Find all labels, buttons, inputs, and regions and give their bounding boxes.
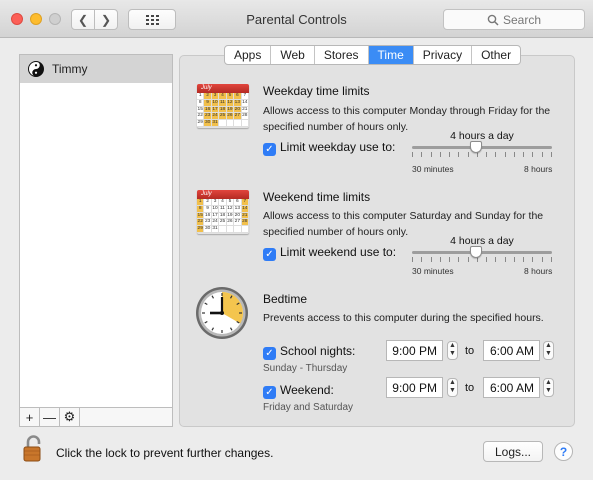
- weekend-limit-value: 4 hours a day: [450, 235, 514, 247]
- bedtime-title: Bedtime: [263, 292, 308, 306]
- weekday-slider-ticks: [412, 152, 552, 157]
- school-nights-checkbox[interactable]: ✓ School nights:: [263, 344, 355, 360]
- school-nights-to-time[interactable]: 6:00 AM: [483, 340, 540, 361]
- weekday-limit-value: 4 hours a day: [450, 130, 514, 142]
- weekday-slider-max: 8 hours: [524, 164, 553, 174]
- search-placeholder: Search: [502, 12, 542, 27]
- school-nights-from-stepper[interactable]: ▲ ▼: [447, 341, 458, 360]
- weekday-slider-min: 30 minutes: [412, 164, 454, 174]
- gear-icon: ⚙: [63, 409, 76, 424]
- remove-user-button[interactable]: —: [40, 408, 60, 426]
- tab-time[interactable]: Time: [368, 46, 414, 64]
- user-name: Timmy: [52, 62, 88, 76]
- unlocked-lock-icon[interactable]: [22, 435, 44, 463]
- weekend-bedtime-from-stepper[interactable]: ▲ ▼: [447, 378, 458, 397]
- school-nights-to-label: to: [465, 345, 475, 357]
- weekend-bedtime-checkbox[interactable]: ✓ Weekend:: [263, 383, 334, 399]
- search-field[interactable]: Search: [443, 9, 585, 30]
- weekday-calendar-icon: July 1 2 3 4 5 6 7 8 9 10 11 12 13 14 15 16 17 18 19 20 21 22…: [197, 84, 249, 128]
- school-nights-to-stepper[interactable]: ▲ ▼: [543, 341, 554, 360]
- tab-stores[interactable]: Stores: [315, 46, 369, 64]
- bedtime-description: Prevents access to this computer during …: [263, 312, 544, 324]
- weekend-bedtime-to-time[interactable]: 6:00 AM: [483, 377, 540, 398]
- minus-icon: —: [43, 409, 56, 425]
- sidebar-toolbar: + — ⚙: [19, 407, 173, 427]
- checkmark-icon: ✓: [263, 386, 276, 399]
- help-button[interactable]: ?: [554, 442, 573, 461]
- weekend-bedtime-from-time[interactable]: 9:00 PM: [386, 377, 443, 398]
- weekend-bedtime-to-stepper[interactable]: ▲ ▼: [543, 378, 554, 397]
- school-nights-from-time[interactable]: 9:00 PM: [386, 340, 443, 361]
- tab-privacy[interactable]: Privacy: [414, 46, 473, 64]
- weekend-limit-checkbox[interactable]: ✓ Limit weekend use to:: [263, 245, 396, 261]
- weekend-title: Weekend time limits: [263, 190, 371, 204]
- title-bar: ❮ ❯ Parental Controls Search: [0, 0, 593, 38]
- add-user-button[interactable]: +: [20, 408, 40, 426]
- tab-web[interactable]: Web: [271, 46, 315, 64]
- logs-button[interactable]: Logs...: [483, 441, 543, 462]
- lock-message: Click the lock to prevent further change…: [56, 446, 274, 460]
- weekday-limit-label: Limit weekday use to:: [280, 140, 396, 154]
- tab-apps[interactable]: Apps: [225, 46, 272, 64]
- tab-other[interactable]: Other: [472, 46, 520, 64]
- plus-icon: +: [25, 409, 34, 425]
- weekday-limit-checkbox[interactable]: ✓ Limit weekday use to:: [263, 140, 395, 156]
- weekend-slider-min: 30 minutes: [412, 266, 454, 276]
- user-item-timmy[interactable]: Timmy: [20, 55, 172, 83]
- weekend-limit-label: Limit weekend use to:: [280, 245, 397, 259]
- weekend-bedtime-days: Friday and Saturday: [263, 402, 354, 413]
- checkmark-icon: ✓: [263, 143, 276, 156]
- weekend-calendar-icon: July 1 2 3 4 5 6 7 8 9 10 11 12 13 14 15 16 17 18 19 20 21 22…: [197, 190, 249, 234]
- weekend-bedtime-to-label: to: [465, 382, 475, 394]
- weekend-bedtime-label: Weekend:: [280, 383, 334, 397]
- checkmark-icon: ✓: [263, 248, 276, 261]
- clock-icon: [196, 287, 248, 339]
- school-nights-days: Sunday - Thursday: [263, 363, 348, 374]
- search-icon: [487, 14, 499, 26]
- weekday-title: Weekday time limits: [263, 84, 370, 98]
- weekend-slider-ticks: [412, 257, 552, 262]
- checkmark-icon: ✓: [263, 347, 276, 360]
- yin-yang-icon: [28, 61, 44, 77]
- action-menu-button[interactable]: ⚙: [60, 408, 80, 426]
- tab-bar: Apps Web Stores Time Privacy Other: [224, 45, 522, 65]
- user-list[interactable]: Timmy: [19, 54, 173, 408]
- weekend-slider-max: 8 hours: [524, 266, 553, 276]
- school-nights-label: School nights:: [280, 344, 356, 358]
